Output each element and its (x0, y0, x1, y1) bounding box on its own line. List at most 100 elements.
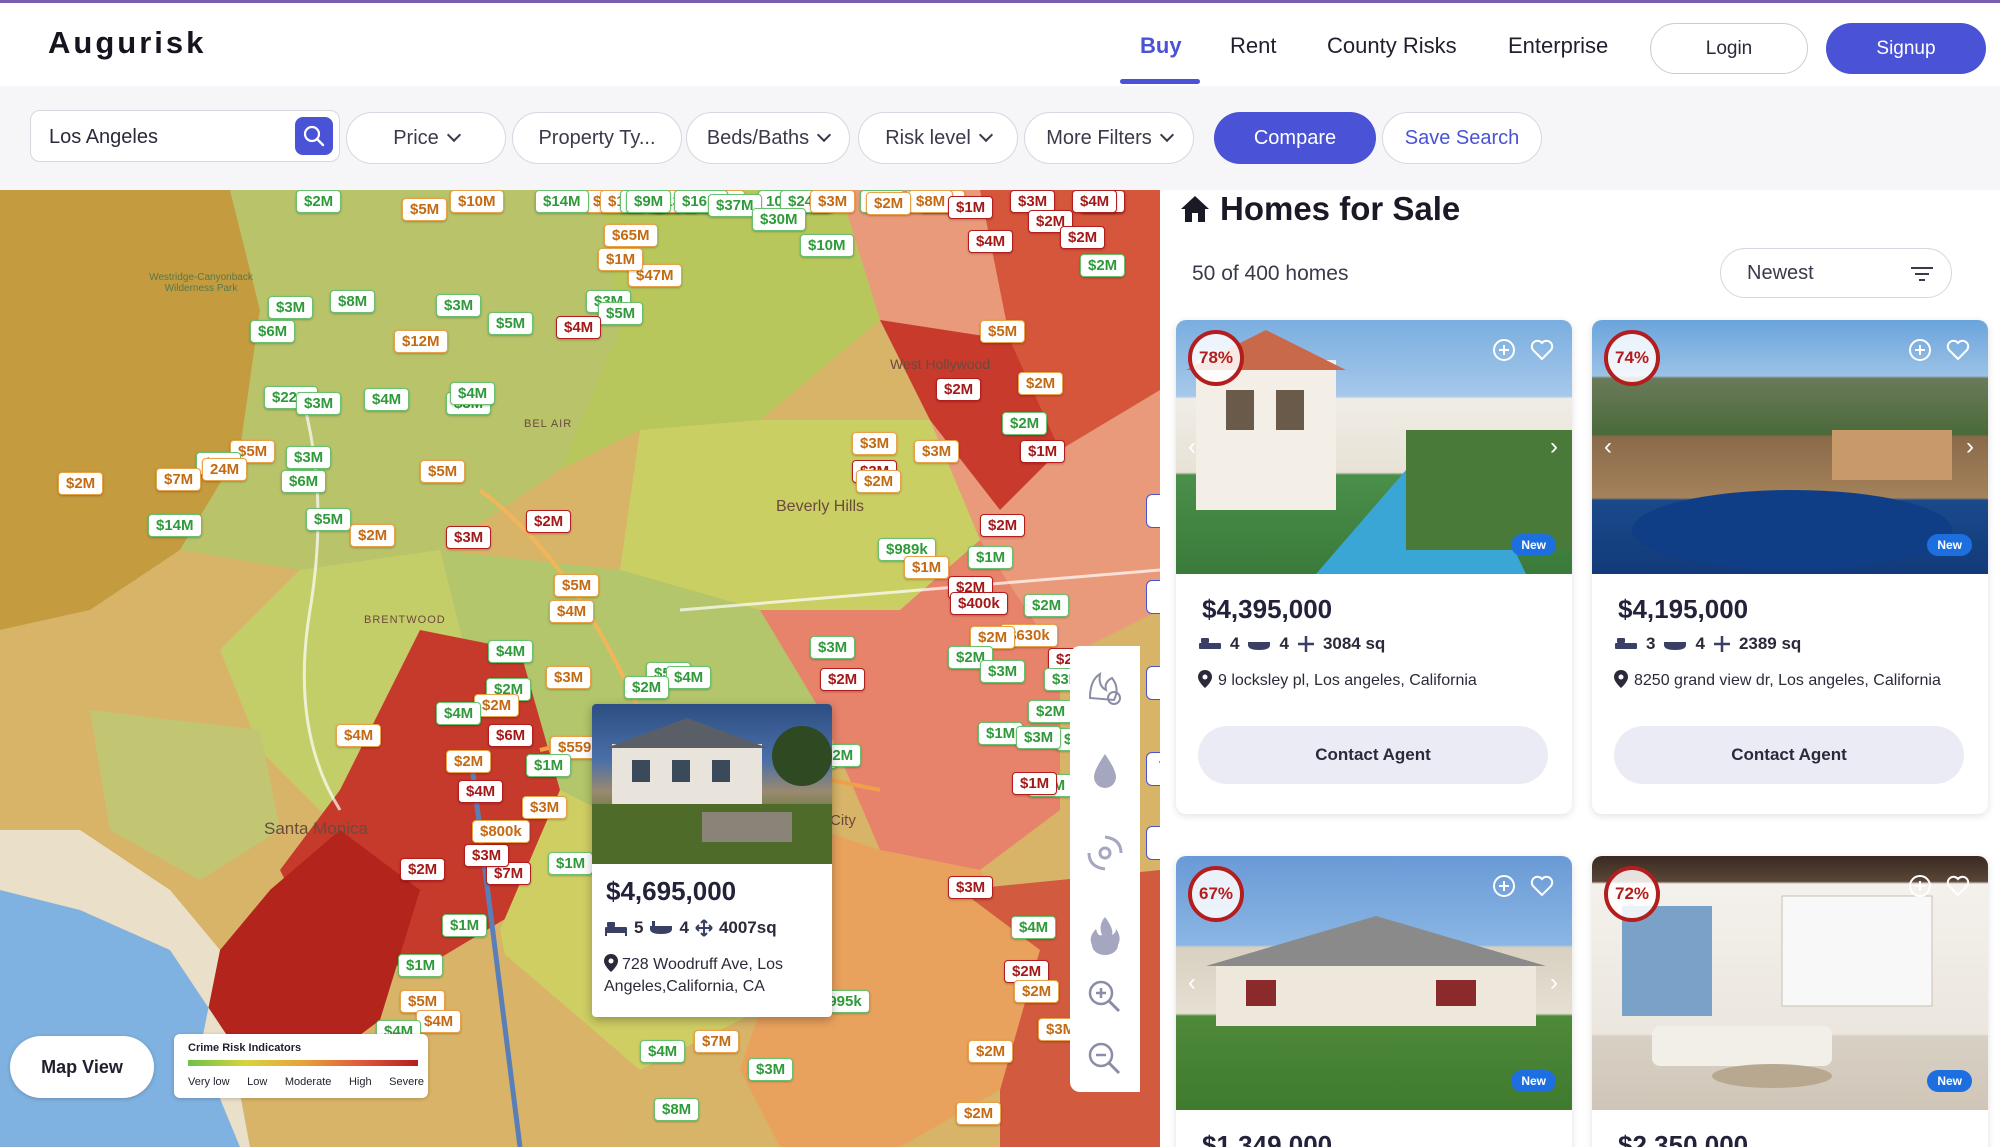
price-marker[interactable]: $65M (604, 224, 658, 247)
price-marker[interactable]: $800k (472, 820, 530, 843)
price-marker[interactable]: $1M (968, 546, 1014, 569)
price-marker[interactable]: $3M (446, 526, 492, 549)
price-marker[interactable]: $2M (526, 510, 572, 533)
price-marker[interactable]: $4M (968, 230, 1014, 253)
price-filter[interactable]: Price (346, 112, 506, 164)
favorite-heart-icon[interactable] (1946, 874, 1970, 898)
price-marker[interactable]: $4M (640, 1040, 686, 1063)
price-marker[interactable]: $2M (980, 514, 1026, 537)
favorite-heart-icon[interactable] (1946, 338, 1970, 362)
price-marker[interactable]: $3M (810, 636, 856, 659)
price-marker[interactable]: $4M (488, 640, 534, 663)
price-marker[interactable]: $1M (442, 914, 488, 937)
listing-card[interactable]: 74% ‹ › New $4,195,000 3 4 2389 sq 8250 … (1592, 320, 1988, 814)
risk-layer-flood[interactable] (1080, 746, 1130, 796)
price-marker[interactable]: $4M (666, 666, 712, 689)
price-marker[interactable]: $2M (968, 1040, 1014, 1063)
price-marker[interactable]: $2M (350, 524, 396, 547)
add-compare-icon[interactable] (1908, 874, 1932, 898)
price-marker[interactable]: $2M (1080, 254, 1126, 277)
add-compare-icon[interactable] (1908, 338, 1932, 362)
risk-level-filter[interactable]: Risk level (858, 112, 1018, 164)
price-marker[interactable]: $7M (156, 468, 202, 491)
price-marker[interactable]: $5M (402, 198, 448, 221)
price-marker[interactable]: $2M (1028, 700, 1074, 723)
prev-image-arrow[interactable]: ‹ (1188, 969, 1196, 997)
price-marker[interactable]: $3M (296, 392, 342, 415)
price-marker[interactable]: $4M (450, 382, 496, 405)
price-marker[interactable]: $14M (148, 514, 202, 537)
favorite-heart-icon[interactable] (1530, 338, 1554, 362)
price-marker[interactable]: $4M (1011, 916, 1057, 939)
risk-map[interactable]: Westridge-Canyonback Wilderness Park Bev… (0, 190, 1160, 1147)
price-marker[interactable]: $3M (286, 446, 332, 469)
price-marker[interactable]: $5M (598, 302, 644, 325)
nav-rent[interactable]: Rent (1230, 33, 1276, 59)
price-marker[interactable]: $10M (450, 190, 504, 213)
risk-layer-hurricane[interactable] (1080, 828, 1130, 878)
search-button[interactable] (295, 117, 333, 155)
price-marker[interactable]: $5M (980, 320, 1026, 343)
listing-card[interactable]: 67% ‹ › New $1,349,000 (1176, 856, 1572, 1147)
price-marker[interactable]: $400k (950, 592, 1008, 615)
zoom-out-button[interactable] (1086, 1040, 1122, 1081)
property-popup[interactable]: $4,695,000 5 4 4007sq 728 Woodruff Ave, … (592, 704, 832, 1017)
listing-image[interactable]: 67% ‹ › New (1176, 856, 1572, 1110)
price-marker[interactable]: $4M (336, 724, 382, 747)
price-marker[interactable]: $4M (1072, 190, 1118, 213)
listing-card[interactable]: 72% New $2,350,000 (1592, 856, 1988, 1147)
price-marker[interactable]: $5M (306, 508, 352, 531)
price-marker[interactable]: $1M (1020, 440, 1066, 463)
price-marker[interactable]: $2M (446, 750, 492, 773)
price-marker[interactable]: $4M (556, 316, 602, 339)
risk-label-crime[interactable]: Crime (1146, 826, 1160, 860)
contact-agent-button[interactable]: Contact Agent (1614, 726, 1964, 784)
next-image-arrow[interactable]: › (1550, 433, 1558, 461)
compare-button[interactable]: Compare (1214, 112, 1376, 164)
price-marker[interactable]: $3M (980, 660, 1026, 683)
price-marker[interactable]: $1M (1012, 772, 1058, 795)
price-marker[interactable]: $1M (948, 196, 994, 219)
price-marker[interactable]: $1M (548, 852, 594, 875)
price-marker[interactable]: $4M (458, 780, 504, 803)
price-marker[interactable]: $4M (364, 388, 410, 411)
price-marker[interactable]: $6M (281, 470, 327, 493)
prev-image-arrow[interactable]: ‹ (1188, 433, 1196, 461)
favorite-heart-icon[interactable] (1530, 874, 1554, 898)
price-marker[interactable]: $5M (554, 574, 600, 597)
price-marker[interactable]: $6M (250, 320, 296, 343)
price-marker[interactable]: 24M (202, 458, 248, 481)
add-compare-icon[interactable] (1492, 338, 1516, 362)
price-marker[interactable]: $2M (58, 472, 104, 495)
contact-agent-button[interactable]: Contact Agent (1198, 726, 1548, 784)
price-marker[interactable]: $3M (436, 294, 482, 317)
next-image-arrow[interactable]: › (1550, 969, 1558, 997)
price-marker[interactable]: $8M (330, 290, 376, 313)
risk-label-global[interactable]: Global (1146, 494, 1160, 528)
price-marker[interactable]: $30M (752, 208, 806, 231)
save-search-button[interactable]: Save Search (1382, 112, 1542, 164)
listing-image[interactable]: 74% ‹ › New (1592, 320, 1988, 574)
price-marker[interactable]: $8M (654, 1098, 700, 1121)
prev-image-arrow[interactable]: ‹ (1604, 433, 1612, 461)
price-marker[interactable]: $3M (464, 844, 510, 867)
price-marker[interactable]: $1M (398, 954, 444, 977)
price-marker[interactable]: $2M (400, 858, 446, 881)
risk-layer-global[interactable] (1080, 664, 1130, 714)
login-button[interactable]: Login (1650, 23, 1808, 74)
price-marker[interactable]: $5M (420, 460, 466, 483)
price-marker[interactable]: $2M (866, 192, 912, 215)
listing-image[interactable]: 72% New (1592, 856, 1988, 1110)
price-marker[interactable]: $9M (626, 190, 672, 213)
price-marker[interactable]: $6M (488, 724, 534, 747)
price-marker[interactable]: $3M (268, 296, 314, 319)
price-marker[interactable]: $2M (1014, 980, 1060, 1003)
nav-buy[interactable]: Buy (1140, 33, 1182, 59)
location-search-input[interactable] (49, 123, 289, 151)
risk-label-wildfire[interactable]: Wildfire (1146, 752, 1160, 786)
price-marker[interactable]: $8M (908, 190, 954, 213)
nav-enterprise[interactable]: Enterprise (1508, 33, 1608, 59)
nav-county-risks[interactable]: County Risks (1327, 33, 1457, 59)
price-marker[interactable]: $4M (549, 600, 595, 623)
map-view-toggle[interactable]: Map View (10, 1036, 154, 1098)
